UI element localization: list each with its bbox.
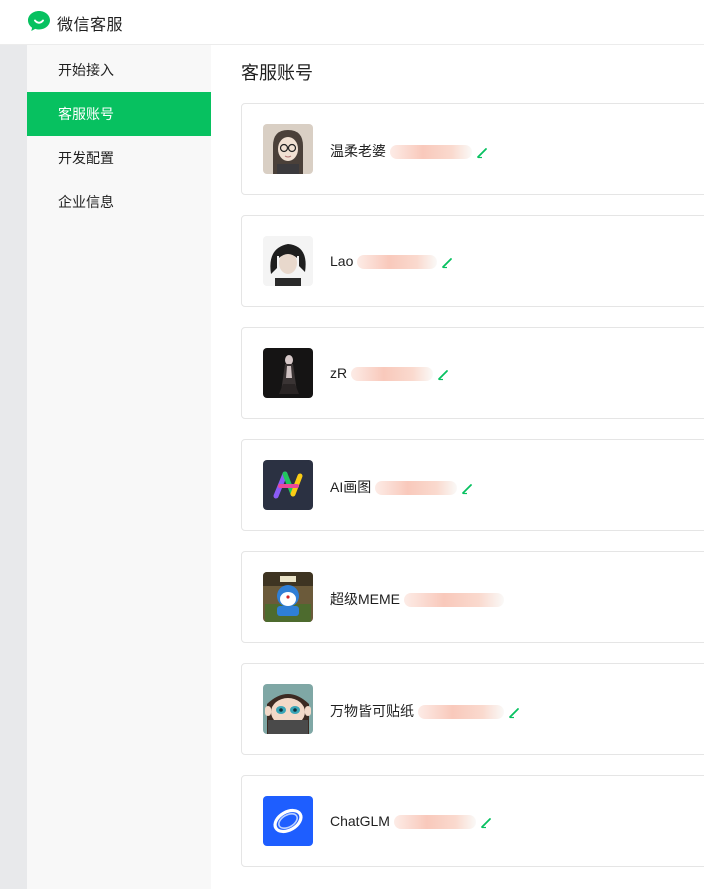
sidebar-item-enterprise-info[interactable]: 企业信息	[27, 180, 211, 224]
redacted-blur	[393, 815, 476, 830]
ai-logo-avatar	[263, 460, 313, 510]
account-card[interactable]: 万物皆可贴纸	[241, 663, 704, 755]
account-card[interactable]: ChatGLM	[241, 775, 704, 867]
sidebar-item-service-accounts[interactable]: 客服账号	[27, 92, 211, 136]
chatglm-logo-avatar	[263, 796, 313, 846]
pencil-icon[interactable]	[461, 481, 475, 495]
redacted-blur	[351, 367, 434, 382]
pencil-icon[interactable]	[480, 815, 494, 829]
wechat-service-logo-icon	[28, 11, 50, 31]
account-card[interactable]: 超级MEME	[241, 551, 704, 643]
left-gutter	[0, 45, 27, 889]
redacted-blur	[357, 255, 438, 270]
sidebar-item-dev-config[interactable]: 开发配置	[27, 136, 211, 180]
page-title: 客服账号	[241, 63, 313, 83]
glasses-girl-avatar	[263, 124, 313, 174]
top-header: 微信客服	[0, 0, 704, 45]
dark-hair-portrait-avatar	[263, 236, 313, 286]
app-title: 微信客服	[57, 17, 124, 34]
account-name: zR	[330, 365, 348, 381]
pencil-icon[interactable]	[476, 145, 490, 159]
redacted-blur	[390, 145, 472, 160]
account-name: 温柔老婆	[330, 143, 386, 159]
sidebar: 开始接入 客服账号 开发配置 企业信息	[27, 45, 211, 889]
account-name-row: 万物皆可贴纸	[330, 701, 522, 721]
redacted-blur	[418, 705, 504, 720]
cartoon-doraemon-avatar	[263, 572, 313, 622]
redacted-blur	[404, 593, 504, 608]
sidebar-item-getting-started[interactable]: 开始接入	[27, 48, 211, 92]
account-name: 超级MEME	[330, 591, 400, 607]
account-card[interactable]: Lao	[241, 215, 704, 307]
account-name-row: 温柔老婆	[330, 141, 490, 161]
account-name: AI画图	[330, 479, 372, 495]
account-card[interactable]: zR	[241, 327, 704, 419]
pencil-icon[interactable]	[441, 255, 455, 269]
account-name: Lao	[330, 253, 354, 269]
pencil-icon[interactable]	[508, 705, 522, 719]
account-name-row: 超级MEME	[330, 589, 504, 609]
redacted-blur	[375, 481, 458, 496]
account-name-row: zR	[330, 365, 451, 382]
dark-figure-avatar	[263, 348, 313, 398]
account-name-row: ChatGLM	[330, 813, 494, 830]
account-name-row: AI画图	[330, 477, 475, 497]
sticker-girl-avatar	[263, 684, 313, 734]
account-name: 万物皆可贴纸	[330, 703, 414, 719]
account-card[interactable]: AI画图	[241, 439, 704, 531]
account-name-row: Lao	[330, 253, 455, 270]
pencil-icon[interactable]	[437, 367, 451, 381]
account-name: ChatGLM	[330, 813, 390, 829]
main-content: 客服账号 温柔老婆 Lao zR AI画图 超级MEME 万物皆可贴纸 Chat…	[211, 45, 704, 889]
account-card[interactable]: 温柔老婆	[241, 103, 704, 195]
